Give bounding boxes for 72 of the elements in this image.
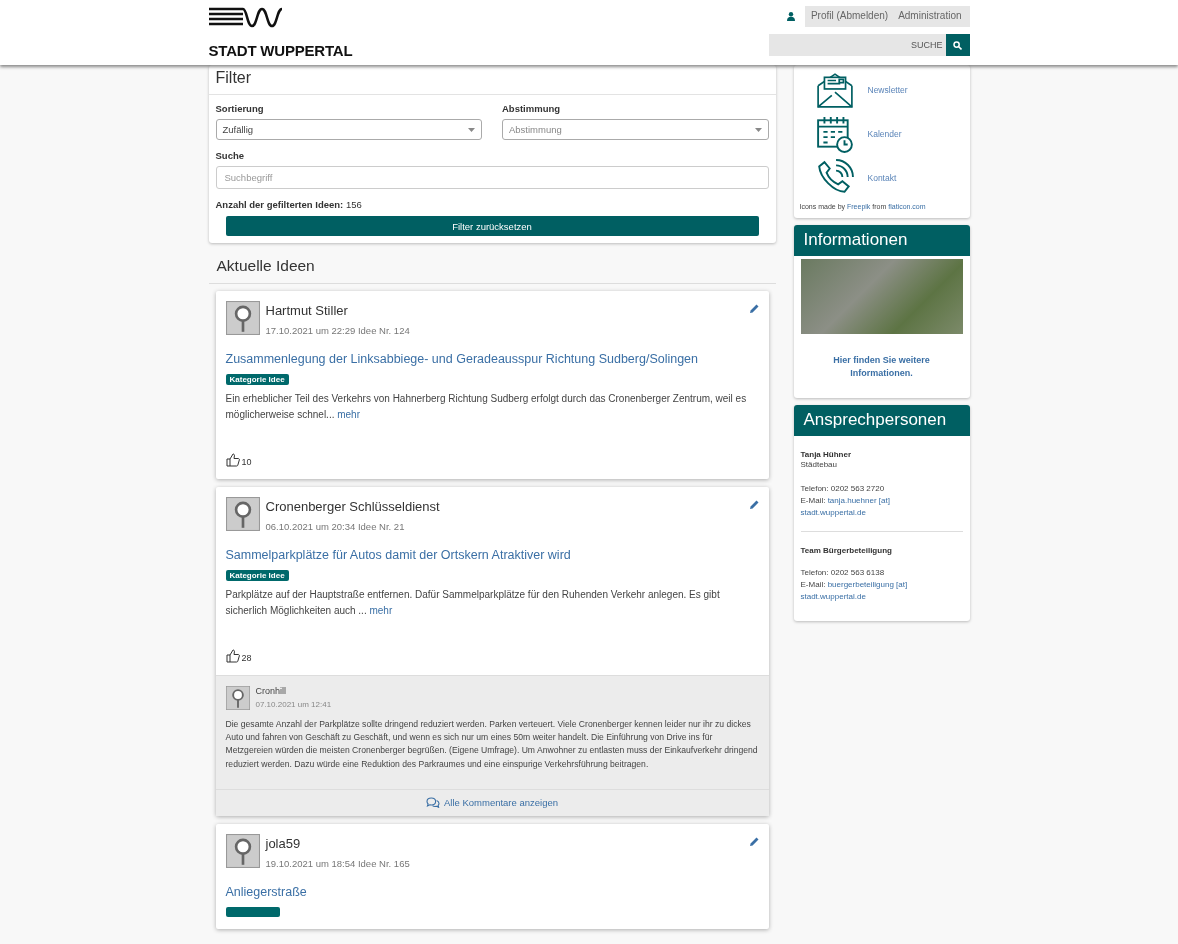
search-icon xyxy=(953,40,962,50)
email-link[interactable]: tanja.huehner [at] xyxy=(827,496,890,505)
category-tag xyxy=(225,906,280,917)
category-tag: Kategorie Idee xyxy=(225,374,289,385)
author-name: Hartmut Stiller xyxy=(265,303,349,318)
more-link[interactable]: mehr xyxy=(369,605,393,616)
field-label: Suche xyxy=(215,150,245,161)
email-link[interactable]: stadt.wuppertal.de xyxy=(800,508,866,517)
email-link[interactable]: buergerbeteiligung [at] xyxy=(827,580,908,589)
field-label: Sortierung xyxy=(215,103,265,114)
comment-text: Die gesamte Anzahl der Parkplätze sollte dringend reduziert werden. Parken verteuert. Viele Cronenberger kennen leider nur ihr zu dickes Auto und fahren von Geschäft zu Geschäft, und wenn es sich nur um eines 50m weiter handelt. Die Einführung von Drive ins für Metzgereien würden die meisten Cronenberger begrüßen. (Eigene Umfrage). Um Anwohner zu entlasten muss der Einkaufverkehr dringend reduziert werden. Dazu würde eine Reduktion des Parkraumes und eine einspurige Verkehrsführung beitragen. xyxy=(225,718,759,771)
wave-logo-icon[interactable] xyxy=(208,6,283,28)
panel-title: Filter xyxy=(208,65,776,95)
author-name: Cronenberger Schlüsseldienst xyxy=(265,499,441,514)
idea-excerpt: Ein erheblicher Teil des Verkehrs von Hahnerberg Richtung Sudberg erfolgt durch das Cronenberger Zentrum, weil es möglicherweise schnel... mehr xyxy=(225,392,748,422)
search-field[interactable]: SUCHE xyxy=(768,34,946,56)
thumbs-up-icon[interactable] xyxy=(225,453,240,467)
thumbs-up-icon[interactable] xyxy=(225,649,240,663)
count-value: 156 xyxy=(345,199,362,210)
email-label: E-Mail: xyxy=(800,496,826,505)
contact-name: Tanja Hühner xyxy=(800,450,853,459)
city-name: STADT WUPPERTAL xyxy=(208,42,353,59)
sidebar-link[interactable]: Kontakt xyxy=(867,173,897,183)
category-tag: Kategorie Idee xyxy=(225,570,289,581)
info-link[interactable]: Hier finden Sie weitere Informationen. xyxy=(813,354,950,380)
email-label: E-Mail: xyxy=(800,580,826,589)
panel-title: Informationen xyxy=(793,225,970,256)
pencil-icon[interactable] xyxy=(749,500,759,509)
pencil-icon[interactable] xyxy=(749,304,759,313)
author-name: jola59 xyxy=(265,835,302,851)
field-label: Abstimmung xyxy=(502,103,562,114)
comment-author: Cronhill xyxy=(255,686,287,696)
panel-title: Ansprechpersonen xyxy=(793,405,970,436)
like-count: 28 xyxy=(241,653,252,663)
user-icon xyxy=(786,12,795,21)
caret-icon xyxy=(468,127,475,132)
search-button[interactable] xyxy=(945,34,970,56)
avatar-placeholder-icon xyxy=(225,301,260,335)
pencil-icon[interactable] xyxy=(749,836,759,846)
section-heading: Aktuelle Ideen xyxy=(208,257,776,284)
idea-title-link[interactable]: Zusammenlegung der Linksabbiege- und Geradeausspur Richtung Sudberg/Solingen xyxy=(225,352,699,366)
calendar-clock-icon[interactable] xyxy=(815,115,854,153)
avatar-placeholder-icon xyxy=(225,497,260,531)
vote-dropdown[interactable]: Abstimmung xyxy=(502,119,769,140)
email-link[interactable]: stadt.wuppertal.de xyxy=(800,592,866,601)
comment-date: 07.10.2021 um 12:41 xyxy=(255,700,332,709)
idea-excerpt: Parkplätze auf der Hauptstraße entfernen. Dafür Sammelparkplätze für den Ruhenden Verkehr anlegen. Es gibt sicherlich Möglichkeiten auch ... mehr xyxy=(225,588,721,618)
idea-title-link[interactable]: Anliegerstraße xyxy=(225,884,307,899)
speech-bubbles-icon xyxy=(425,796,440,808)
count-label: Anzahl der gefilterten Ideen: xyxy=(215,199,344,210)
sort-dropdown[interactable]: Zufällig xyxy=(215,119,482,140)
reset-filter-button[interactable]: Filter zurücksetzen xyxy=(225,216,759,236)
idea-meta: 19.10.2021 um 18:54 Idee Nr. 165 xyxy=(265,857,411,869)
envelope-icon[interactable] xyxy=(815,71,854,109)
like-count: 10 xyxy=(241,457,252,467)
sidebar-link[interactable]: Newsletter xyxy=(867,85,908,95)
nav-link[interactable]: Profil (Abmelden) xyxy=(810,10,889,21)
more-link[interactable]: mehr xyxy=(337,409,360,420)
all-comments-link[interactable]: Alle Kommentare anzeigen xyxy=(215,788,769,816)
sidebar-link[interactable]: Kalender xyxy=(867,129,902,139)
contact-phone: Telefon: 0202 563 2720 xyxy=(800,483,886,495)
idea-meta: 06.10.2021 um 20:34 Idee Nr. 21 xyxy=(265,521,406,532)
contact-name: Team Bürgerbeteiligung xyxy=(800,546,893,555)
contact-department: Städtebau xyxy=(800,459,838,471)
contact-phone: Telefon: 0202 563 6138 xyxy=(800,567,886,579)
nav-link[interactable]: Administration xyxy=(898,10,962,21)
caret-icon xyxy=(754,127,762,132)
avatar-placeholder-icon xyxy=(225,833,260,868)
idea-meta: 17.10.2021 um 22:29 Idee Nr. 124 xyxy=(265,325,411,336)
idea-title-link[interactable]: Sammelparkplätze für Autos damit der Ortskern Atraktiver wird xyxy=(225,548,571,562)
search-field[interactable]: Suchbegriff xyxy=(215,166,769,189)
avatar-placeholder-icon xyxy=(225,686,250,710)
